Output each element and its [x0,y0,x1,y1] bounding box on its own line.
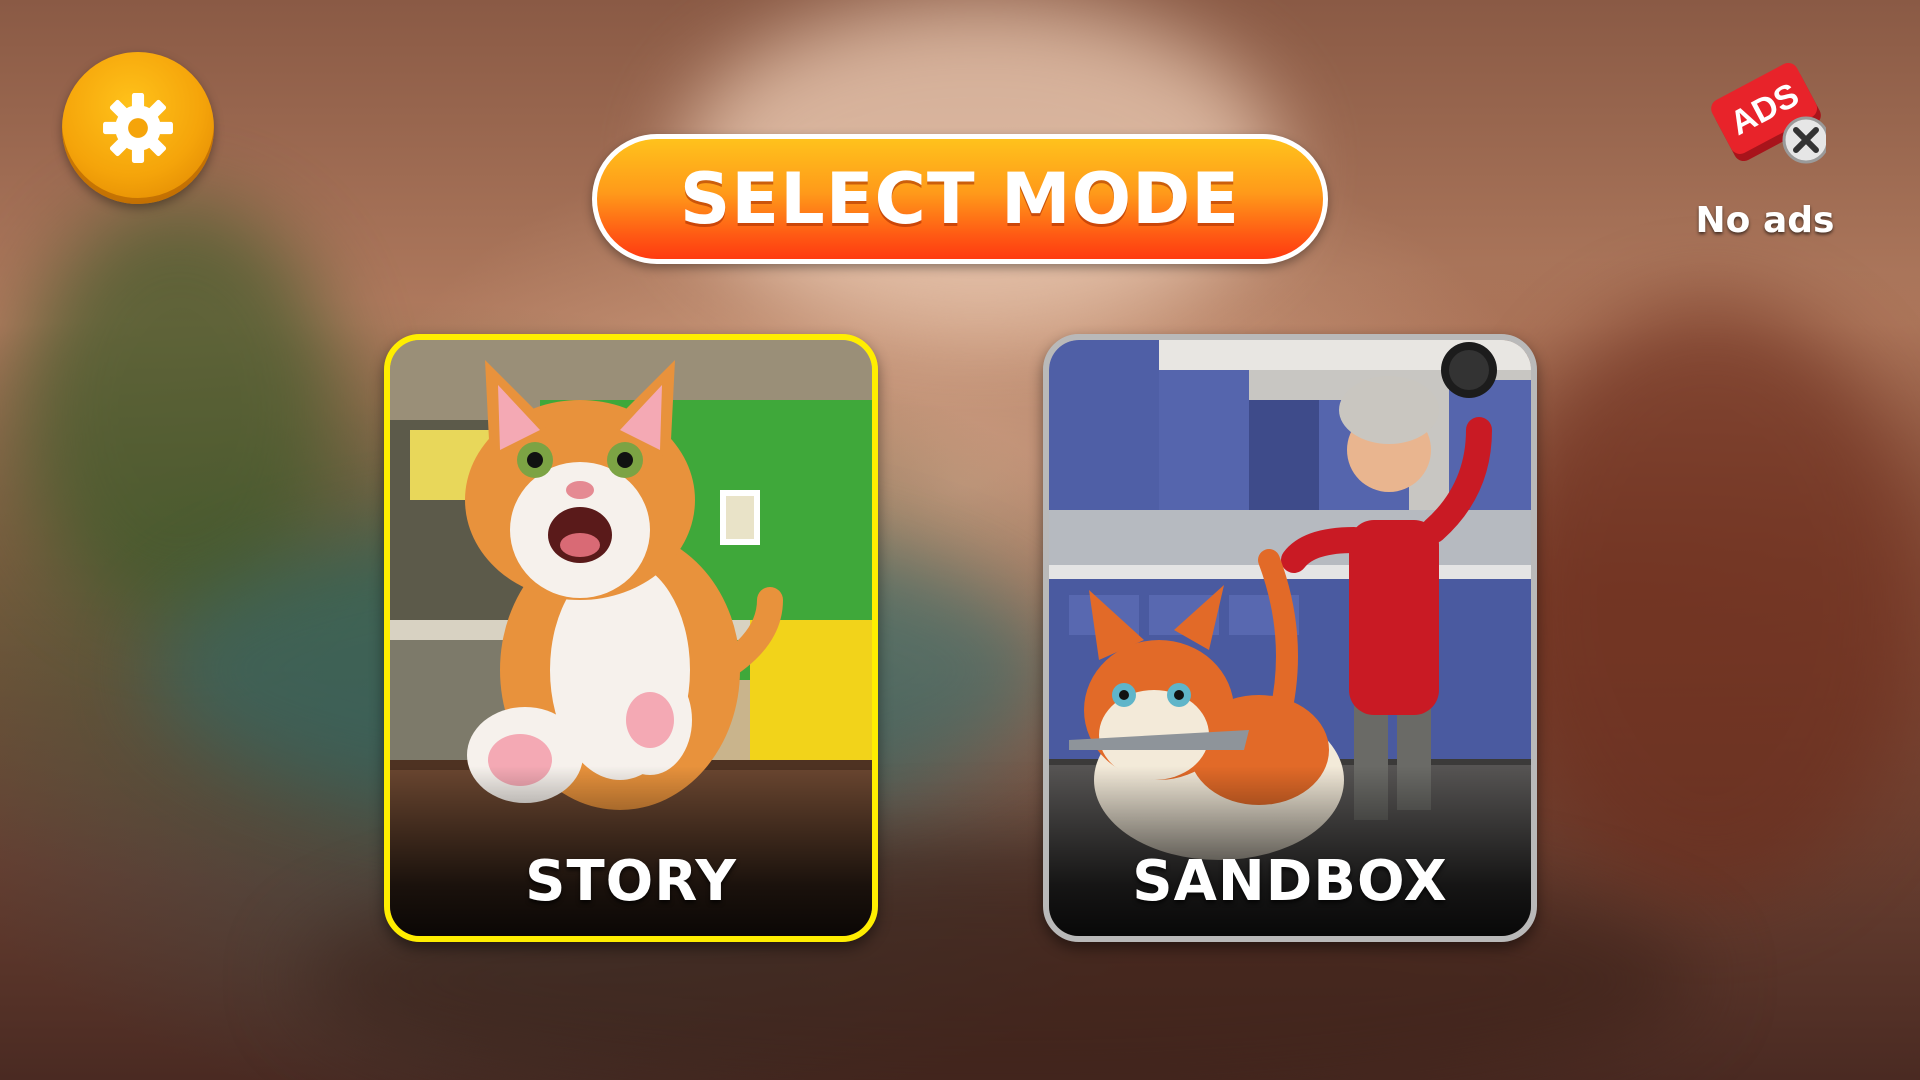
background-cabinet [1500,300,1920,900]
page-title: SELECT MODE [679,158,1241,240]
sandbox-mode-card[interactable]: SANDBOX [1043,334,1537,942]
no-ads-label: No ads [1695,200,1835,241]
sandbox-mode-label: SANDBOX [1132,849,1448,914]
story-mode-card[interactable]: STORY [384,334,878,942]
no-ads-icon: ADS [1711,62,1826,164]
gear-icon [103,93,173,163]
select-mode-banner: SELECT MODE [592,134,1328,264]
background-plant [20,200,340,620]
no-ads-button[interactable]: ADS No ads [1690,52,1840,242]
settings-button[interactable] [62,52,214,204]
select-mode-banner-fill: SELECT MODE [597,139,1323,259]
game-screen: SELECT MODE ADS No ads STORY SANDBOX [0,0,1920,1080]
story-mode-label: STORY [525,849,737,914]
